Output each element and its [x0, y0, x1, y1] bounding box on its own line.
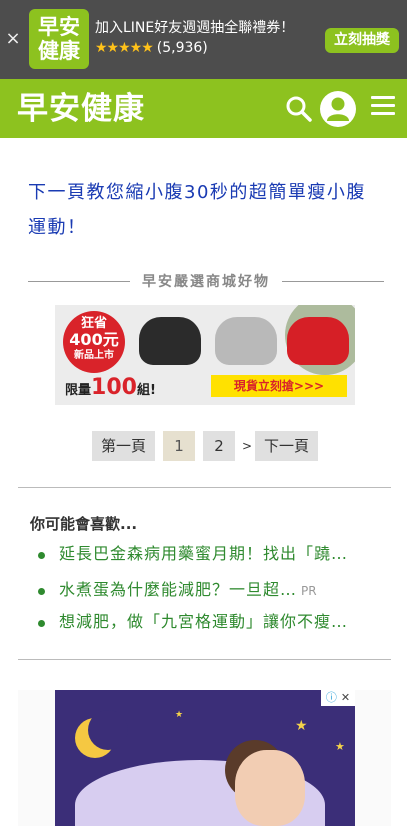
badge-new: 新品上市 — [74, 350, 114, 361]
list-item-title: 延長巴金森病用藥蜜月期！找出「蹺… — [59, 544, 349, 563]
limited-suffix: 組! — [136, 383, 156, 398]
shop-section-heading: 早安嚴選商城好物 — [28, 270, 384, 292]
sponsored-badge: PR — [301, 584, 317, 598]
product-cushion-red — [287, 317, 349, 365]
site-logo[interactable]: 早安健康 — [17, 89, 145, 129]
shop-heading-text: 早安嚴選商城好物 — [142, 274, 270, 290]
in-stock-button[interactable]: 現貨立刻搶>>> — [211, 375, 347, 397]
shop-promo-banner[interactable]: 狂省 400元 新品上市 限量100組! 現貨立刻搶>>> — [55, 305, 355, 405]
next-page-button[interactable]: 下一頁 — [255, 431, 318, 461]
discount-badge: 狂省 400元 新品上市 — [63, 311, 125, 373]
list-item-title: 想減肥，做「九宮格運動」讓你不瘦… — [59, 612, 349, 631]
list-item[interactable]: 水煮蛋為什麼能減肥？一旦超… PR — [38, 577, 390, 603]
app-install-banner: × 早安 健康 加入LINE好友週週抽全聯禮券！ ★★★★★ (5,936) 立刻… — [0, 0, 407, 79]
ad-info-icon[interactable]: ⓘ — [326, 691, 337, 704]
star-icon: ★ — [295, 718, 308, 734]
bullet-icon — [38, 588, 45, 595]
limited-number: 100 — [91, 375, 137, 400]
list-item[interactable]: 延長巴金森病用藥蜜月期！找出「蹺… — [38, 541, 390, 567]
bullet-icon — [38, 620, 45, 627]
list-item-title: 水煮蛋為什麼能減肥？一旦超… PR — [59, 577, 317, 604]
rating-count: (5,936) — [156, 40, 208, 56]
badge-price: 400元 — [69, 330, 119, 349]
first-page-button[interactable]: 第一頁 — [92, 431, 155, 461]
rating-stars-icon: ★★★★★ — [95, 40, 154, 56]
next-page-article-link[interactable]: 下一頁教您縮小腹30秒的超簡單瘦小腹運動！ — [28, 175, 383, 245]
heading-rule-left — [28, 280, 130, 282]
product-cushion-black — [139, 317, 201, 365]
list-item[interactable]: 想減肥，做「九宮格運動」讓你不瘦… — [38, 609, 390, 635]
app-logo-line1: 早安 — [38, 15, 80, 39]
banner-title: 加入LINE好友週週抽全聯禮券！ — [95, 20, 295, 36]
pagination-separator: > — [242, 439, 253, 453]
site-header: 早安健康 — [0, 79, 407, 138]
user-account-icon[interactable] — [320, 91, 356, 127]
page-1-button[interactable]: 1 — [163, 431, 195, 461]
badge-hot: 狂省 — [80, 316, 107, 331]
sleeping-woman-graphic — [235, 750, 305, 826]
pagination: 第一頁 1 2 > 下一頁 — [0, 431, 407, 461]
ad-close-icon[interactable]: ✕ — [341, 691, 350, 704]
divider — [18, 659, 391, 660]
ad-choices-button[interactable]: ⓘ ✕ — [321, 690, 355, 706]
app-logo: 早安 健康 — [29, 9, 89, 69]
search-icon[interactable] — [285, 95, 313, 123]
sleep-product-ad[interactable]: ★ ★ ★ — [55, 690, 355, 826]
banner-rating: ★★★★★ (5,936) — [95, 40, 208, 56]
heading-rule-right — [282, 280, 384, 282]
bullet-icon — [38, 552, 45, 559]
star-icon: ★ — [335, 740, 345, 753]
recommendations-heading: 你可能會喜歡... — [30, 515, 138, 533]
list-item-title-text: 水煮蛋為什麼能減肥？一旦超… — [59, 580, 298, 599]
page-2-button[interactable]: 2 — [203, 431, 235, 461]
product-cushion-grey — [215, 317, 277, 365]
moon-shadow — [88, 710, 128, 750]
app-logo-line2: 健康 — [38, 39, 80, 63]
limited-prefix: 限量 — [65, 383, 92, 398]
star-icon: ★ — [175, 710, 184, 720]
banner-cta-button[interactable]: 立刻抽獎 — [325, 28, 399, 53]
hamburger-menu-icon[interactable] — [371, 96, 395, 120]
limited-quantity-text: 限量100組! — [65, 375, 156, 400]
divider — [18, 487, 391, 488]
close-icon[interactable]: × — [5, 27, 21, 51]
